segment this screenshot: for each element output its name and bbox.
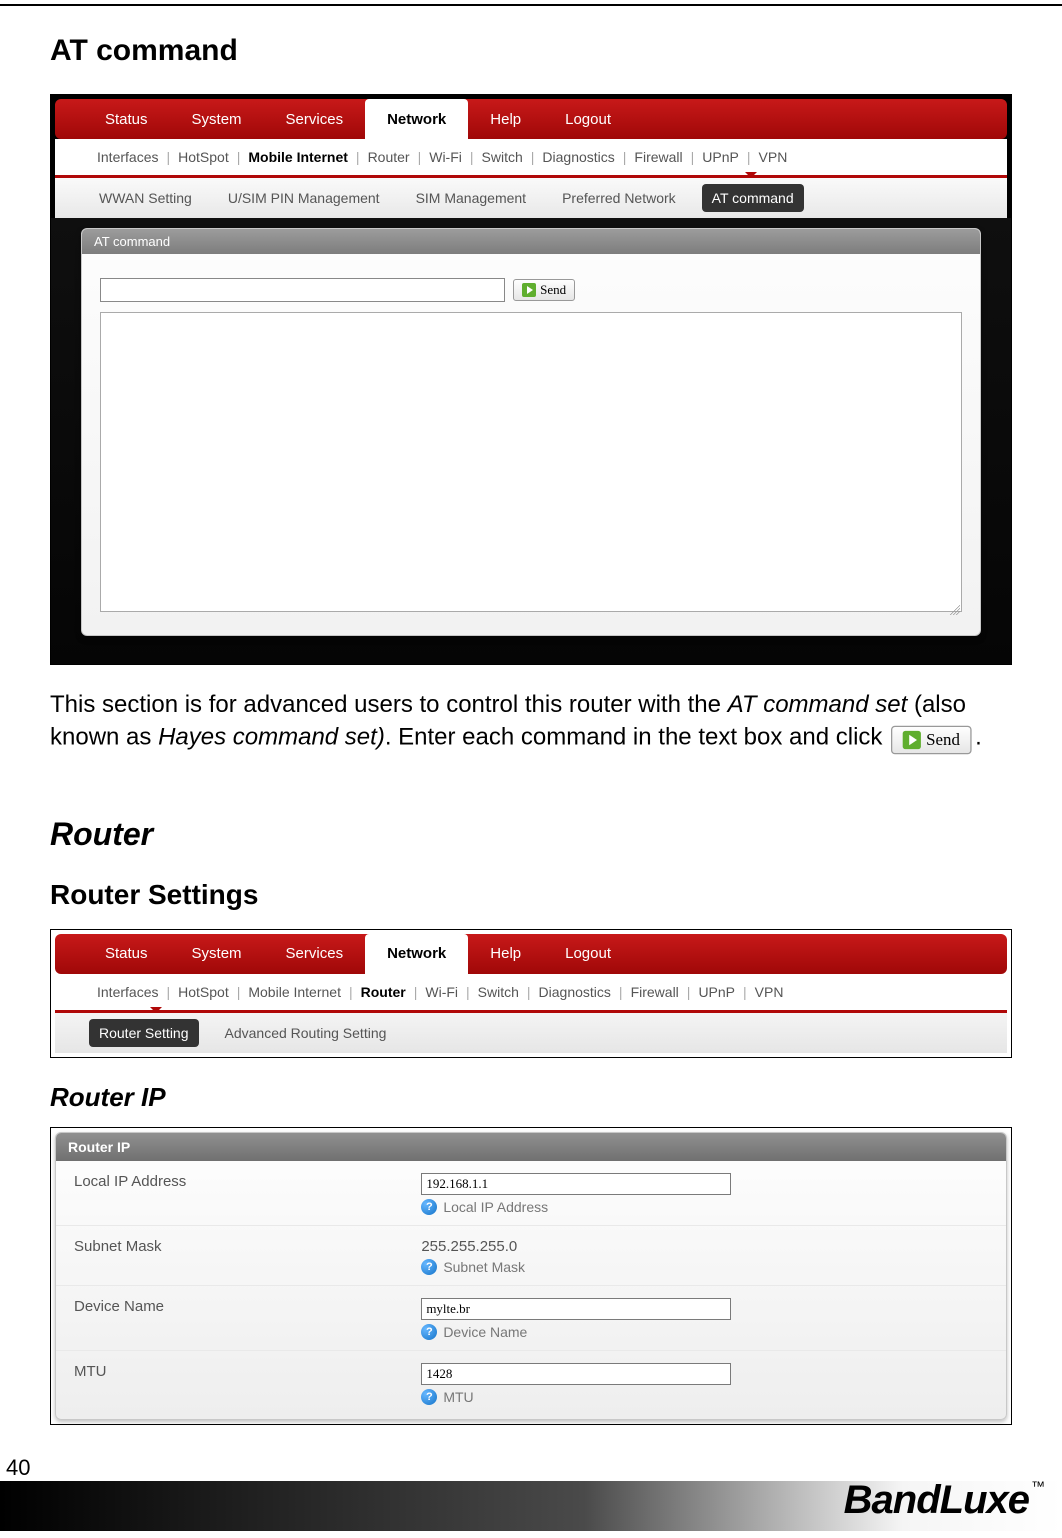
- subnav2-interfaces[interactable]: Interfaces: [89, 984, 166, 1000]
- subnav-vpn[interactable]: VPN: [751, 149, 796, 165]
- menu-help[interactable]: Help: [468, 99, 543, 139]
- menu-services-2[interactable]: Services: [264, 934, 366, 974]
- mtu-help-label: MTU: [443, 1389, 473, 1405]
- row-subnet: Subnet Mask 255.255.255.0 ? Subnet Mask: [56, 1225, 1006, 1277]
- subnav2-wifi[interactable]: Wi-Fi: [417, 984, 466, 1000]
- row-local-ip: Local IP Address ? Local IP Address: [56, 1161, 1006, 1217]
- menu-status-2[interactable]: Status: [83, 934, 170, 974]
- subnav-wifi[interactable]: Wi-Fi: [421, 149, 470, 165]
- send-button-label: Send: [540, 282, 566, 298]
- page-number: 40: [6, 1455, 30, 1481]
- local-ip-help-label: Local IP Address: [443, 1199, 548, 1215]
- sub-nav: Interfaces| HotSpot| Mobile Internet| Ro…: [55, 139, 1007, 175]
- router-ip-screenshot: Router IP Local IP Address ? Local IP Ad…: [50, 1127, 1012, 1425]
- router-ip-panel: Router IP Local IP Address ? Local IP Ad…: [55, 1132, 1007, 1420]
- subnav2-switch[interactable]: Switch: [470, 984, 527, 1000]
- tert2-router-setting[interactable]: Router Setting: [89, 1019, 199, 1047]
- menu-system-2[interactable]: System: [170, 934, 264, 974]
- sub-nav-2: Interfaces| HotSpot| Mobile Internet| Ro…: [55, 974, 1007, 1010]
- help-icon[interactable]: ?: [421, 1389, 437, 1405]
- tert-preferred-network[interactable]: Preferred Network: [552, 184, 686, 212]
- mtu-input[interactable]: [421, 1363, 731, 1385]
- help-icon[interactable]: ?: [421, 1199, 437, 1215]
- menu-network-2[interactable]: Network: [365, 934, 468, 974]
- subnav2-hotspot[interactable]: HotSpot: [170, 984, 237, 1000]
- router-ip-panel-title: Router IP: [56, 1133, 1006, 1161]
- tertiary-nav: WWAN Setting U/SIM PIN Management SIM Ma…: [55, 178, 1007, 218]
- local-ip-label: Local IP Address: [74, 1173, 421, 1190]
- device-name-label: Device Name: [74, 1298, 421, 1315]
- tert-wwan[interactable]: WWAN Setting: [89, 184, 202, 212]
- menu-status[interactable]: Status: [83, 99, 170, 139]
- page-footer: 40 BandLuxe™: [0, 1455, 1062, 1531]
- subnav-diagnostics[interactable]: Diagnostics: [534, 149, 622, 165]
- tert-sim-mgmt[interactable]: SIM Management: [406, 184, 537, 212]
- at-command-input[interactable]: [100, 278, 505, 302]
- menu-logout[interactable]: Logout: [543, 99, 633, 139]
- device-name-input[interactable]: [421, 1298, 731, 1320]
- tert2-advanced-routing[interactable]: Advanced Routing Setting: [215, 1019, 397, 1047]
- subnav2-mobile-internet[interactable]: Mobile Internet: [240, 984, 349, 1000]
- router-settings-screenshot: Status System Services Network Help Logo…: [50, 929, 1012, 1058]
- tertiary-nav-2: Router Setting Advanced Routing Setting: [55, 1013, 1007, 1053]
- subnet-value: 255.255.255.0: [421, 1238, 988, 1255]
- at-command-explanation: This section is for advanced users to co…: [50, 689, 1012, 756]
- mtu-label: MTU: [74, 1363, 421, 1380]
- at-command-panel: AT command Send: [81, 228, 981, 636]
- subnav-interfaces[interactable]: Interfaces: [89, 149, 166, 165]
- help-icon[interactable]: ?: [421, 1324, 437, 1340]
- device-name-help-label: Device Name: [443, 1324, 527, 1340]
- subnet-label: Subnet Mask: [74, 1238, 421, 1255]
- send-button[interactable]: Send: [513, 279, 575, 301]
- subnav-hotspot[interactable]: HotSpot: [170, 149, 237, 165]
- menu-services[interactable]: Services: [264, 99, 366, 139]
- subnav-router[interactable]: Router: [360, 149, 418, 165]
- router-settings-heading: Router Settings: [50, 879, 1012, 911]
- subnav-firewall[interactable]: Firewall: [626, 149, 690, 165]
- main-menu-2: Status System Services Network Help Logo…: [55, 934, 1007, 974]
- brand-logo: BandLuxe™: [844, 1478, 1044, 1523]
- subnav-switch[interactable]: Switch: [474, 149, 531, 165]
- panel-area: AT command Send: [51, 218, 1011, 664]
- subnav-mobile-internet[interactable]: Mobile Internet: [240, 149, 356, 165]
- subnav2-vpn[interactable]: VPN: [747, 984, 792, 1000]
- tert-at-command[interactable]: AT command: [702, 184, 804, 212]
- subnav2-router[interactable]: Router: [353, 984, 414, 1000]
- main-menu: Status System Services Network Help Logo…: [55, 99, 1007, 139]
- play-icon: [903, 731, 921, 749]
- menu-system[interactable]: System: [170, 99, 264, 139]
- subnav2-diagnostics[interactable]: Diagnostics: [531, 984, 619, 1000]
- subnav2-firewall[interactable]: Firewall: [623, 984, 687, 1000]
- local-ip-input[interactable]: [421, 1173, 731, 1195]
- subnav-upnp[interactable]: UPnP: [694, 149, 747, 165]
- router-ip-heading: Router IP: [50, 1082, 1012, 1113]
- tert-usim-pin[interactable]: U/SIM PIN Management: [218, 184, 390, 212]
- inline-send-button: Send: [891, 726, 972, 755]
- help-icon[interactable]: ?: [421, 1259, 437, 1275]
- menu-network[interactable]: Network: [365, 99, 468, 139]
- router-heading: Router: [50, 816, 1012, 853]
- at-command-heading: AT command: [50, 34, 1012, 68]
- active-indicator-rule: [55, 175, 1007, 178]
- at-command-output[interactable]: [100, 312, 962, 612]
- row-mtu: MTU ? MTU: [56, 1350, 1006, 1419]
- play-icon: [522, 283, 536, 297]
- menu-logout-2[interactable]: Logout: [543, 934, 633, 974]
- subnav2-upnp[interactable]: UPnP: [690, 984, 743, 1000]
- at-command-screenshot: Status System Services Network Help Logo…: [50, 94, 1012, 665]
- row-device-name: Device Name ? Device Name: [56, 1285, 1006, 1342]
- panel-title: AT command: [82, 229, 980, 254]
- menu-help-2[interactable]: Help: [468, 934, 543, 974]
- subnet-help-label: Subnet Mask: [443, 1259, 525, 1275]
- active-indicator-rule-2: [55, 1010, 1007, 1013]
